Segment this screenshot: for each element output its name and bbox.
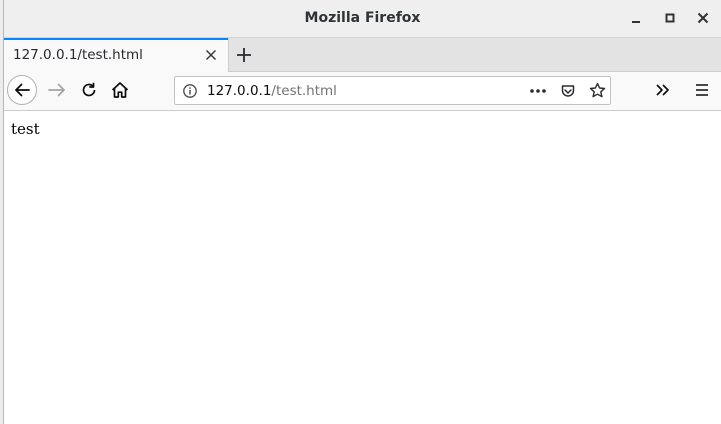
url-text[interactable]: 127.0.0.1/test.html	[207, 83, 337, 99]
reload-button[interactable]	[78, 79, 100, 101]
back-arrow-icon	[15, 83, 30, 97]
home-icon	[111, 82, 129, 98]
maximize-button[interactable]	[660, 8, 680, 28]
url-bar[interactable]: 127.0.0.1/test.html	[174, 76, 611, 105]
browser-window: Mozilla Firefox 127.0.0.1/test.html 127.…	[3, 0, 721, 424]
close-icon	[697, 12, 709, 24]
info-icon	[183, 84, 197, 98]
overflow-menu-button[interactable]	[652, 79, 674, 101]
url-path: /test.html	[271, 83, 337, 99]
minimize-button[interactable]	[626, 8, 646, 28]
minimize-icon	[632, 21, 640, 23]
reload-icon	[82, 82, 96, 97]
tab-close-button[interactable]	[203, 47, 219, 63]
tab-active-indicator	[4, 38, 228, 40]
page-actions-button[interactable]	[529, 83, 547, 99]
tab-strip: 127.0.0.1/test.html	[4, 38, 721, 72]
app-menu-button[interactable]	[691, 79, 713, 101]
tab-active[interactable]: 127.0.0.1/test.html	[4, 38, 229, 72]
new-tab-button[interactable]	[234, 45, 254, 65]
window-title: Mozilla Firefox	[304, 10, 421, 26]
pocket-button[interactable]	[560, 83, 576, 99]
star-icon	[589, 82, 606, 98]
site-info-button[interactable]	[182, 83, 198, 99]
chevron-double-right-icon	[656, 84, 669, 96]
page-body-text: test	[11, 120, 40, 138]
title-bar[interactable]: Mozilla Firefox	[4, 0, 721, 38]
more-horizontal-icon	[530, 89, 546, 93]
bookmark-star-button[interactable]	[589, 82, 606, 99]
plus-icon	[237, 48, 251, 62]
home-button[interactable]	[109, 79, 131, 101]
tab-close-icon	[205, 49, 217, 61]
tab-title: 127.0.0.1/test.html	[13, 47, 143, 63]
navigation-toolbar: 127.0.0.1/test.html	[4, 72, 721, 111]
url-host: 127.0.0.1	[207, 83, 272, 99]
maximize-icon	[665, 13, 675, 23]
pocket-icon	[561, 85, 575, 97]
forward-arrow-icon	[48, 83, 65, 97]
hamburger-menu-icon	[696, 84, 708, 96]
forward-button[interactable]	[46, 79, 68, 101]
back-button[interactable]	[7, 75, 37, 105]
close-button[interactable]	[693, 8, 713, 28]
